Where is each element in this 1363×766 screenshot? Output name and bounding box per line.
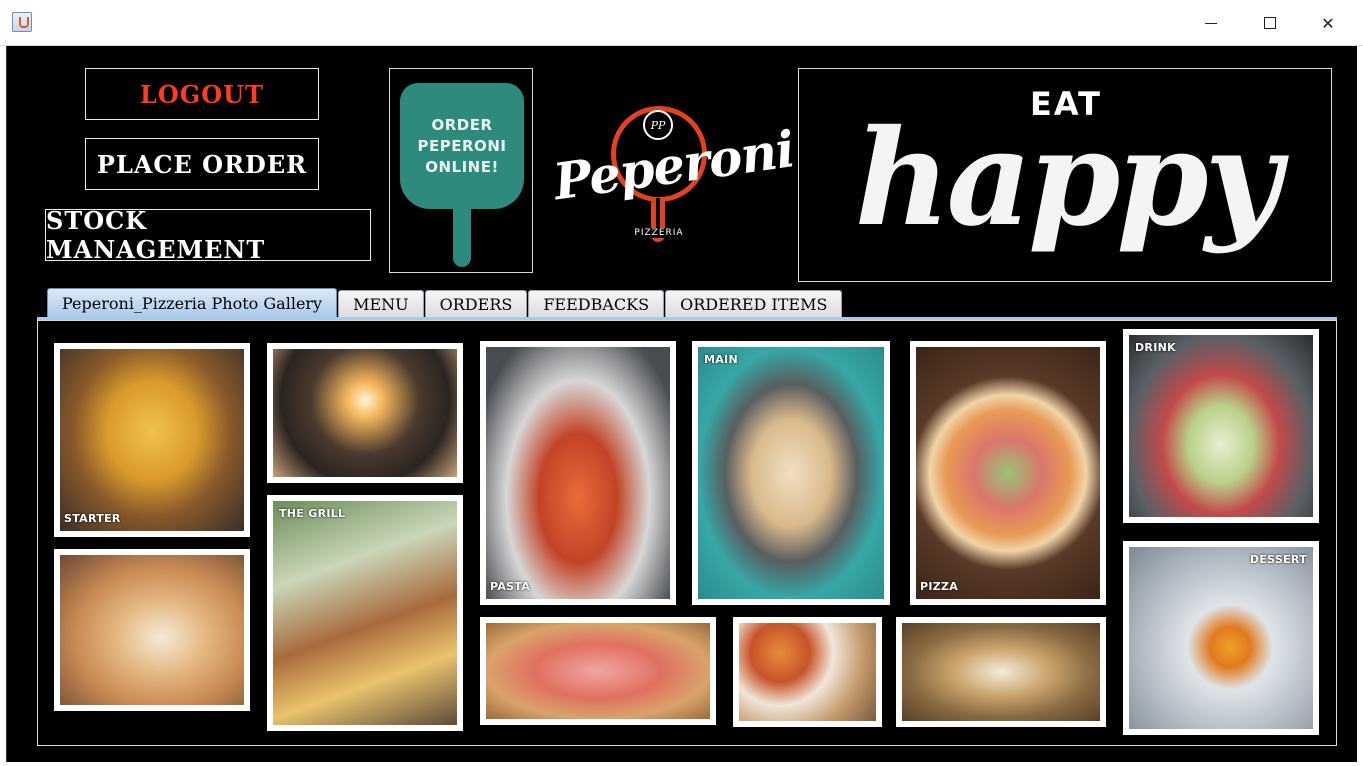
caption-starter: STARTER: [64, 512, 121, 525]
maximize-icon: [1264, 17, 1276, 29]
logo-subtitle: PIZZERIA: [629, 228, 689, 238]
photo-ham-pizza: [480, 617, 716, 725]
eat-happy-banner: EAT happy: [798, 68, 1332, 282]
place-order-button[interactable]: PLACE ORDER: [85, 138, 319, 190]
photo-tapas: [733, 617, 882, 727]
tab-orders[interactable]: ORDERS: [424, 290, 528, 318]
photo-main: MAIN: [692, 341, 890, 605]
caption-pasta: PASTA: [490, 580, 531, 593]
window-titlebar: ✕: [0, 0, 1363, 46]
minimize-icon: [1205, 22, 1217, 24]
caption-dessert: DESSERT: [1249, 553, 1307, 566]
tab-feedbacks[interactable]: FEEDBACKS: [528, 290, 665, 318]
tab-ordered-items[interactable]: ORDERED ITEMS: [665, 290, 843, 318]
caption-pizza: PIZZA: [920, 580, 959, 593]
photo-pasta: PASTA: [480, 341, 676, 605]
photo-the-grill: THE GRILL: [267, 495, 463, 731]
tab-menu[interactable]: MENU: [338, 290, 424, 318]
order-online-text: ORDER PEPERONI ONLINE!: [400, 83, 524, 209]
tab-photo-gallery[interactable]: Peperoni_Pizzeria Photo Gallery: [47, 288, 338, 318]
logout-button[interactable]: LOGOUT: [85, 68, 319, 120]
photo-pizza: PIZZA: [910, 341, 1106, 605]
peperoni-logo: PP Peperoni PIZZERIA: [550, 104, 798, 250]
photo-drink: DRINK: [1123, 329, 1319, 523]
minimize-button[interactable]: [1188, 8, 1234, 38]
tab-bar: Peperoni_Pizzeria Photo Gallery MENU ORD…: [47, 288, 843, 318]
paddle-handle: [453, 207, 471, 267]
close-button[interactable]: ✕: [1305, 8, 1351, 38]
caption-main: MAIN: [704, 353, 738, 366]
order-online-banner: ORDER PEPERONI ONLINE!: [389, 68, 533, 273]
photo-starter: STARTER: [54, 343, 250, 537]
close-icon: ✕: [1321, 13, 1335, 33]
app-canvas: LOGOUT PLACE ORDER STOCK MANAGEMENT ORDE…: [6, 46, 1357, 762]
java-cup-icon: [12, 12, 32, 32]
caption-drink: DRINK: [1135, 341, 1176, 354]
photo-gallery: STARTER THE GRILL PASTA MAIN PIZZA DRINK…: [37, 320, 1337, 746]
photo-cheese-pizza: [896, 617, 1106, 727]
photo-egg-pizza: [267, 343, 463, 483]
photo-dessert: DESSERT: [1123, 541, 1319, 735]
happy-text: happy: [854, 101, 1282, 256]
photo-dessert-pizza: [54, 549, 250, 711]
stock-management-button[interactable]: STOCK MANAGEMENT: [45, 206, 371, 264]
maximize-button[interactable]: [1247, 8, 1293, 38]
caption-grill: THE GRILL: [279, 507, 346, 520]
